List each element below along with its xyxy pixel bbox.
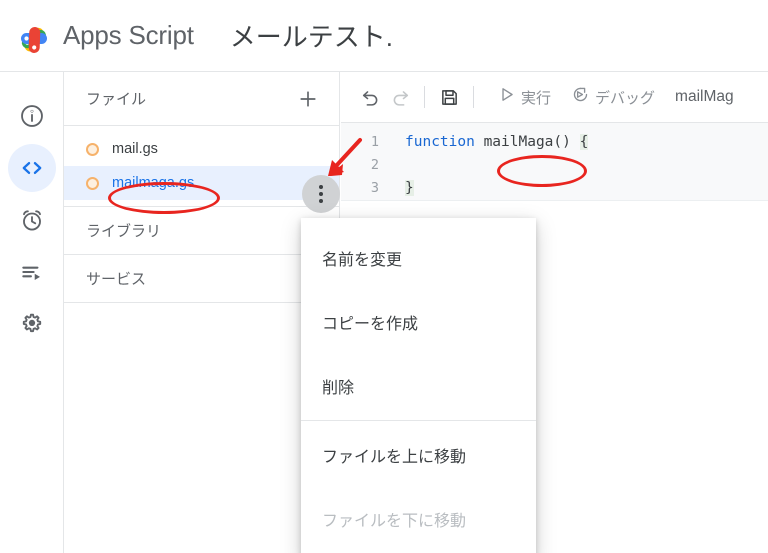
more-vert-icon-dot	[319, 199, 323, 203]
annotation-ellipse-file	[108, 182, 220, 214]
undo-icon	[360, 87, 381, 108]
sidebar-item-triggers[interactable]	[8, 196, 56, 244]
function-name-token: mailMaga	[483, 134, 554, 150]
app-header: Apps Script メールテスト.	[0, 0, 768, 72]
play-triangle-icon	[497, 85, 516, 109]
parens-token: ()	[553, 134, 571, 150]
project-title[interactable]: メールテスト.	[230, 17, 393, 54]
run-button[interactable]: 実行	[495, 85, 553, 109]
code-line: 1 function mailMaga() {	[341, 131, 768, 154]
run-label: 実行	[521, 89, 552, 107]
menu-item-make-copy[interactable]: コピーを作成	[301, 290, 536, 354]
toolbar-divider	[473, 86, 474, 108]
gs-file-icon	[86, 142, 99, 156]
annotation-ellipse-code	[497, 155, 587, 187]
add-file-button[interactable]	[293, 84, 323, 114]
editor-toolbar: 実行 デバッグ mailMag	[341, 72, 768, 123]
file-context-menu: 名前を変更 コピーを作成 削除 ファイルを上に移動 ファイルを下に移動	[301, 218, 536, 553]
redo-button[interactable]	[385, 82, 415, 112]
sidebar-item-executions[interactable]	[8, 248, 56, 296]
file-panel-header: ファイル	[64, 72, 339, 126]
debug-label: デバッグ	[595, 89, 656, 107]
gs-file-icon	[86, 176, 99, 190]
apps-script-window: Apps Script メールテスト. ファイル mail.gs mailmag…	[0, 0, 768, 553]
annotation-arrow	[322, 134, 368, 187]
file-panel-title: ファイル	[86, 91, 147, 108]
toolbar-divider	[424, 86, 425, 108]
alarm-clock-icon	[19, 207, 45, 233]
sidebar-item-libraries[interactable]: ライブラリ	[64, 207, 339, 255]
info-circle-icon	[19, 103, 45, 129]
gear-icon	[19, 311, 45, 337]
more-vert-icon-dot	[319, 192, 323, 196]
open-brace-token: {	[579, 134, 589, 150]
save-disk-icon	[439, 87, 460, 108]
menu-divider	[301, 420, 536, 421]
apps-script-logo-icon[interactable]	[13, 16, 57, 56]
debug-icon	[571, 85, 590, 109]
libraries-label: ライブラリ	[86, 223, 162, 240]
undo-button[interactable]	[355, 82, 385, 112]
sidebar-item-overview[interactable]	[8, 92, 56, 140]
code-line-text: }	[405, 177, 414, 200]
brand-name[interactable]: Apps Script	[63, 20, 194, 51]
menu-item-rename[interactable]: 名前を変更	[301, 226, 536, 290]
list-item[interactable]: mail.gs	[64, 132, 339, 166]
debug-button[interactable]: デバッグ	[569, 85, 657, 109]
function-selector[interactable]: mailMag	[675, 88, 734, 106]
file-panel: ファイル mail.gs mailmaga.gs ライブラリ サービス	[64, 72, 340, 553]
file-name: mail.gs	[112, 141, 158, 157]
save-button[interactable]	[434, 82, 464, 112]
sidebar-item-project-settings[interactable]	[8, 300, 56, 348]
code-brackets-icon	[19, 155, 45, 181]
menu-item-move-file-up[interactable]: ファイルを上に移動	[301, 423, 536, 487]
code-line-text: function mailMaga() {	[405, 131, 589, 154]
sidebar-item-editor[interactable]	[8, 144, 56, 192]
keyword-function: function	[405, 134, 475, 150]
services-label: サービス	[86, 271, 147, 288]
sidebar-item-services[interactable]: サービス	[64, 255, 339, 303]
plus-icon	[297, 88, 319, 110]
menu-item-delete[interactable]: 削除	[301, 354, 536, 418]
redo-icon	[390, 87, 411, 108]
executions-list-icon	[19, 259, 45, 285]
left-nav-rail	[0, 72, 64, 553]
menu-item-move-file-down: ファイルを下に移動	[322, 513, 467, 530]
close-brace-token: }	[405, 180, 414, 196]
